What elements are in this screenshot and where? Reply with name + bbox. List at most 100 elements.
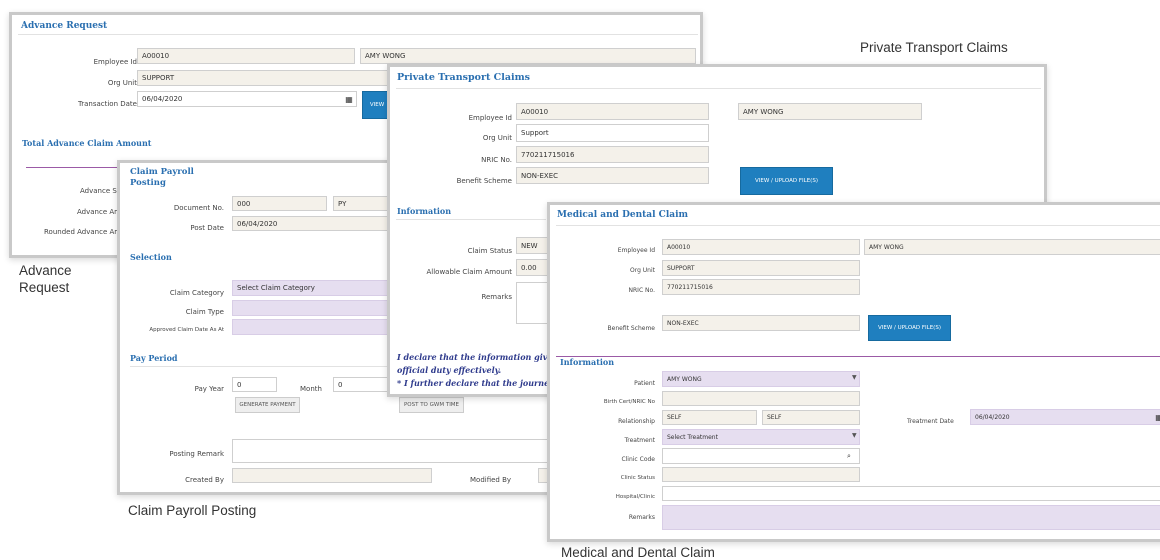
- treatment-select[interactable]: Select Treatment: [662, 429, 860, 445]
- remarks-field[interactable]: [662, 505, 1160, 530]
- treatment-label: Treatment: [624, 437, 655, 444]
- created-by-label: Created By: [185, 476, 224, 484]
- posting-remark-field[interactable]: [232, 439, 559, 463]
- transaction-date-field[interactable]: 06/04/2020: [137, 91, 357, 107]
- nric-label: NRIC No.: [628, 287, 655, 294]
- nric-field[interactable]: 770211715016: [516, 146, 709, 163]
- calendar-icon[interactable]: ▦: [1152, 411, 1160, 423]
- allowable-amount-label: Allowable Claim Amount: [426, 268, 512, 276]
- rounded-advance-label: Rounded Advance Amo: [44, 228, 126, 236]
- total-advance-section: Total Advance Claim Amount: [22, 138, 152, 148]
- caption-medical-dental: Medical and Dental Claim: [561, 545, 715, 560]
- calendar-icon[interactable]: ▦: [342, 93, 356, 105]
- document-no-label: Document No.: [173, 204, 224, 212]
- relationship-label: Relationship: [618, 418, 655, 425]
- information-section: Information: [397, 206, 452, 216]
- remarks-label: Remarks: [628, 514, 655, 521]
- generate-payment-button[interactable]: GENERATE PAYMENT: [235, 397, 300, 413]
- employee-name-field[interactable]: AMY WONG: [864, 239, 1160, 255]
- patient-label: Patient: [634, 380, 655, 387]
- pay-year-label: Pay Year: [194, 385, 224, 393]
- declaration-line-2: official duty effectively.: [397, 365, 502, 375]
- clinic-code-label: Clinic Code: [621, 456, 655, 463]
- clinic-status-label: Clinic Status: [620, 475, 655, 481]
- window-title-line1: Claim Payroll: [130, 167, 194, 177]
- section-divider: [556, 356, 1160, 357]
- employee-id-field[interactable]: A00010: [662, 239, 860, 255]
- claim-category-label: Claim Category: [169, 289, 224, 297]
- section-divider: [130, 366, 392, 367]
- pay-period-section: Pay Period: [130, 353, 178, 363]
- post-date-field[interactable]: 06/04/2020: [232, 216, 392, 231]
- relationship-field-2[interactable]: SELF: [762, 410, 860, 425]
- employee-id-field[interactable]: A00010: [137, 48, 355, 64]
- posting-remark-label: Posting Remark: [169, 450, 224, 458]
- month-label: Month: [300, 385, 322, 393]
- post-date-label: Post Date: [190, 224, 224, 232]
- declaration-line-3: * I further declare that the journe: [397, 378, 550, 388]
- window-title: Private Transport Claims: [397, 72, 530, 83]
- benefit-scheme-field[interactable]: NON-EXEC: [516, 167, 709, 184]
- claim-type-select[interactable]: [232, 300, 392, 316]
- selection-section: Selection: [130, 252, 172, 262]
- hospital-clinic-label: Hospital/Clinic: [615, 494, 655, 500]
- hospital-clinic-field[interactable]: [662, 486, 1160, 501]
- remarks-label: Remarks: [481, 293, 512, 301]
- relationship-field[interactable]: SELF: [662, 410, 757, 425]
- approved-date-label: Approved Claim Date As At: [149, 327, 224, 333]
- employee-name-field[interactable]: AMY WONG: [738, 103, 922, 120]
- information-section: Information: [560, 357, 615, 367]
- view-upload-button[interactable]: VIEW / UPLOAD FILE(S): [740, 167, 833, 195]
- document-no-field[interactable]: 000: [232, 196, 327, 211]
- view-upload-button[interactable]: VIEW / UPLOAD FILE(S): [868, 315, 951, 341]
- claim-category-select[interactable]: Select Claim Category: [232, 280, 392, 296]
- chevron-down-icon: ▼: [852, 374, 857, 381]
- claim-status-label: Claim Status: [467, 247, 512, 255]
- org-unit-label: Org Unit: [629, 267, 655, 274]
- caption-advance-request: Advance Request: [19, 263, 72, 295]
- section-divider: [26, 167, 121, 168]
- benefit-scheme-label: Benefit Scheme: [607, 325, 655, 332]
- caption-claim-payroll: Claim Payroll Posting: [128, 503, 257, 518]
- chevron-down-icon: ▼: [852, 432, 857, 439]
- window-title: Medical and Dental Claim: [557, 210, 689, 220]
- clinic-code-field[interactable]: [662, 448, 860, 464]
- transaction-date-label: Transaction Date: [77, 100, 137, 108]
- benefit-scheme-label: Benefit Scheme: [456, 177, 512, 185]
- org-unit-label: Org Unit: [482, 134, 512, 142]
- modified-by-label: Modified By: [470, 476, 512, 484]
- org-unit-field[interactable]: SUPPORT: [662, 260, 860, 276]
- window-title-line2: Posting: [130, 178, 166, 188]
- nric-label: NRIC No.: [481, 156, 512, 164]
- pay-year-field[interactable]: 0: [232, 377, 277, 392]
- divider: [556, 225, 1160, 226]
- employee-id-field[interactable]: A00010: [516, 103, 709, 120]
- benefit-scheme-field[interactable]: NON-EXEC: [662, 315, 860, 331]
- divider: [18, 34, 698, 35]
- employee-id-label: Employee Id: [468, 114, 512, 122]
- window-title: Advance Request: [21, 21, 108, 31]
- birth-cert-field[interactable]: [662, 391, 860, 406]
- nric-field[interactable]: 770211715016: [662, 279, 860, 295]
- post-button[interactable]: POST TO GWM TIME: [399, 397, 464, 413]
- org-unit-field[interactable]: SUPPORT: [137, 70, 397, 86]
- clinic-status-field[interactable]: [662, 467, 860, 482]
- caption-private-transport: Private Transport Claims: [860, 40, 1008, 55]
- patient-select[interactable]: AMY WONG: [662, 371, 860, 387]
- month-field[interactable]: 0: [333, 377, 393, 392]
- declaration-line-1: I declare that the information give: [397, 352, 553, 362]
- org-unit-label: Org Unit: [107, 79, 137, 87]
- claim-type-label: Claim Type: [185, 308, 224, 316]
- approved-date-field[interactable]: [232, 319, 392, 335]
- treatment-date-field[interactable]: 06/04/2020: [970, 409, 1160, 425]
- medical-dental-window: Medical and Dental Claim Employee Id A00…: [547, 202, 1160, 542]
- search-icon[interactable]: ⌕: [842, 450, 856, 462]
- created-by-field[interactable]: [232, 468, 432, 483]
- employee-name-field[interactable]: AMY WONG: [360, 48, 696, 64]
- org-unit-field[interactable]: Support: [516, 124, 709, 142]
- section-divider: [396, 219, 546, 220]
- birth-cert-label: Birth Cert/NRIC No: [603, 399, 655, 405]
- employee-id-label: Employee Id: [617, 247, 655, 254]
- divider: [396, 88, 1041, 89]
- employee-id-label: Employee Id: [93, 58, 137, 66]
